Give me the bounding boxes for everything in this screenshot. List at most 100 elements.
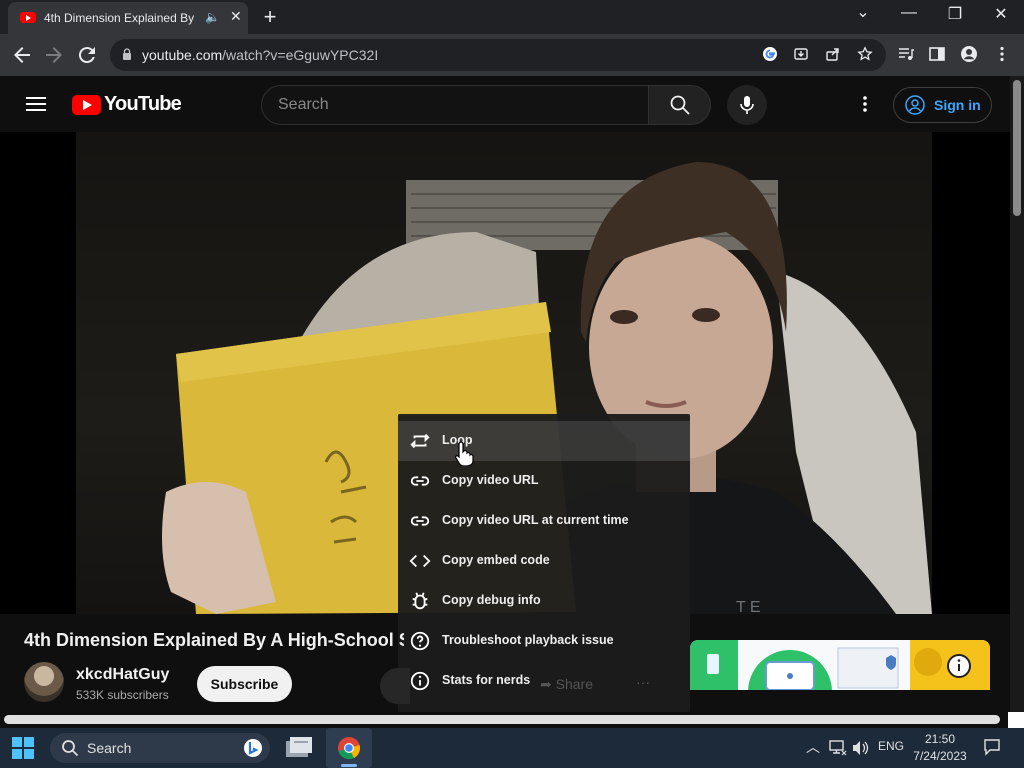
link-icon	[410, 476, 430, 486]
more-actions-button[interactable]: ···	[636, 674, 650, 690]
taskbar-search-icon	[62, 740, 79, 757]
language-indicator[interactable]: ENG	[878, 739, 904, 753]
context-menu-label: Copy embed code	[442, 553, 550, 567]
context-menu-loop[interactable]: Loop	[398, 421, 690, 461]
google-lens-icon[interactable]	[761, 46, 779, 64]
context-menu-label: Stats for nerds	[442, 673, 531, 687]
channel-name[interactable]: xkcdHatGuy	[76, 666, 169, 684]
active-app-indicator	[341, 764, 357, 767]
youtube-logo-text: YouTube	[104, 93, 182, 115]
sign-in-label: Sign in	[934, 97, 981, 113]
taskbar-search-box[interactable]: Search	[50, 733, 270, 763]
hamburger-menu-icon[interactable]	[26, 97, 46, 111]
code-icon	[409, 554, 431, 568]
browser-toolbar: youtube.com/watch?v=eGguwYPC32I	[0, 34, 1024, 76]
network-icon[interactable]	[829, 738, 847, 756]
reload-icon	[78, 47, 95, 64]
windows-taskbar: Search ︿ ENG 21:50 7/24/2023	[0, 728, 1024, 768]
media-control-icon[interactable]	[896, 45, 916, 65]
search-input[interactable]	[261, 85, 649, 125]
video-title: 4th Dimension Explained By A High-School…	[24, 630, 404, 650]
link-icon	[410, 516, 430, 526]
search-button[interactable]	[648, 85, 711, 125]
context-menu-label: Copy video URL at current time	[442, 513, 629, 527]
chrome-menu-icon[interactable]	[992, 45, 1012, 65]
side-panel-icon[interactable]	[927, 45, 947, 65]
youtube-play-icon	[72, 95, 101, 115]
channel-avatar[interactable]	[24, 662, 64, 702]
restore-button[interactable]: ❐	[941, 4, 969, 24]
install-app-icon[interactable]	[792, 46, 810, 64]
horizontal-scrollbar-thumb[interactable]	[4, 715, 1000, 724]
lock-icon	[123, 48, 131, 60]
youtube-favicon-icon	[20, 12, 36, 23]
context-menu-label: Copy debug info	[442, 593, 541, 607]
tab-title: 4th Dimension Explained By	[44, 11, 195, 25]
like-button[interactable]	[380, 668, 410, 704]
hand-cursor-icon	[455, 441, 474, 466]
back-arrow-icon	[14, 47, 30, 63]
vertical-scrollbar-thumb[interactable]	[1013, 80, 1021, 216]
browser-tab[interactable]: 4th Dimension Explained By 🔈 ✕	[8, 2, 248, 34]
address-bar[interactable]: youtube.com/watch?v=eGguwYPC32I	[110, 39, 886, 71]
notifications-icon[interactable]	[983, 738, 1001, 756]
search-icon	[670, 95, 690, 115]
volume-icon[interactable]	[851, 739, 869, 757]
video-context-menu: Loop Copy video URL Copy video URL at cu…	[398, 414, 690, 712]
reload-button[interactable]	[75, 43, 99, 67]
settings-more-icon[interactable]	[855, 94, 875, 114]
youtube-header: YouTube Sign in	[0, 76, 1010, 132]
svg-text:T E: T E	[736, 599, 761, 614]
taskbar-chrome-button[interactable]	[326, 728, 372, 768]
tab-close-icon[interactable]: ✕	[230, 8, 242, 25]
bookmark-star-icon[interactable]	[856, 46, 874, 64]
context-menu-copy-debug[interactable]: Copy debug info	[398, 581, 690, 621]
clock-date: 7/24/2023	[913, 749, 967, 763]
account-icon	[905, 95, 925, 115]
context-menu-copy-url-time[interactable]: Copy video URL at current time	[398, 501, 690, 541]
profile-icon[interactable]	[959, 45, 979, 65]
scrollbar-corner	[1008, 712, 1024, 728]
tab-audio-icon[interactable]: 🔈	[205, 10, 220, 24]
windows-start-icon[interactable]	[12, 737, 34, 759]
share-icon: ➦	[540, 676, 556, 692]
youtube-logo[interactable]: YouTube	[72, 93, 182, 117]
sign-in-button[interactable]: Sign in	[893, 87, 992, 123]
voice-search-button[interactable]	[727, 85, 767, 125]
ad-banner-image[interactable]	[690, 640, 990, 690]
forward-arrow-icon	[46, 47, 62, 63]
context-menu-copy-embed[interactable]: Copy embed code	[398, 541, 690, 581]
context-menu-troubleshoot[interactable]: Troubleshoot playback issue	[398, 621, 690, 661]
subscribe-button[interactable]: Subscribe	[197, 666, 292, 702]
bug-icon	[412, 592, 428, 610]
page-vertical-scrollbar[interactable]	[1010, 76, 1024, 734]
share-button[interactable]: ➦ Share	[540, 676, 593, 693]
context-menu-label: Troubleshoot playback issue	[442, 633, 614, 647]
share-label: Share	[555, 676, 593, 692]
minimize-button[interactable]: —	[895, 4, 923, 22]
clock-time: 21:50	[924, 732, 956, 746]
chrome-icon	[338, 737, 360, 760]
subscriber-count: 533K subscribers	[76, 688, 169, 702]
close-window-button[interactable]: ✕	[987, 4, 1015, 24]
tray-overflow-icon[interactable]: ︿	[806, 737, 820, 757]
browser-tab-strip: 4th Dimension Explained By 🔈 ✕ + ⌄ — ❐ ✕	[0, 0, 1024, 34]
taskbar-clock[interactable]: 21:50 7/24/2023	[912, 731, 968, 765]
back-button[interactable]	[10, 43, 34, 67]
context-menu-label: Copy video URL	[442, 473, 539, 487]
info-icon	[410, 671, 430, 691]
loop-icon	[410, 433, 430, 449]
help-icon	[410, 631, 430, 651]
context-menu-copy-url[interactable]: Copy video URL	[398, 461, 690, 501]
share-page-icon[interactable]	[824, 46, 842, 64]
forward-button[interactable]	[42, 43, 66, 67]
address-url: youtube.com/watch?v=eGguwYPC32I	[142, 47, 379, 63]
tab-search-dropdown-icon[interactable]: ⌄	[849, 2, 877, 22]
file-explorer-icon[interactable]	[286, 737, 312, 759]
taskbar-search-label: Search	[87, 740, 132, 756]
ad-illustration	[690, 640, 990, 690]
page-horizontal-scrollbar[interactable]	[0, 712, 1010, 728]
microphone-icon	[740, 96, 754, 114]
bing-icon[interactable]	[243, 738, 263, 758]
new-tab-button[interactable]: +	[260, 4, 280, 30]
